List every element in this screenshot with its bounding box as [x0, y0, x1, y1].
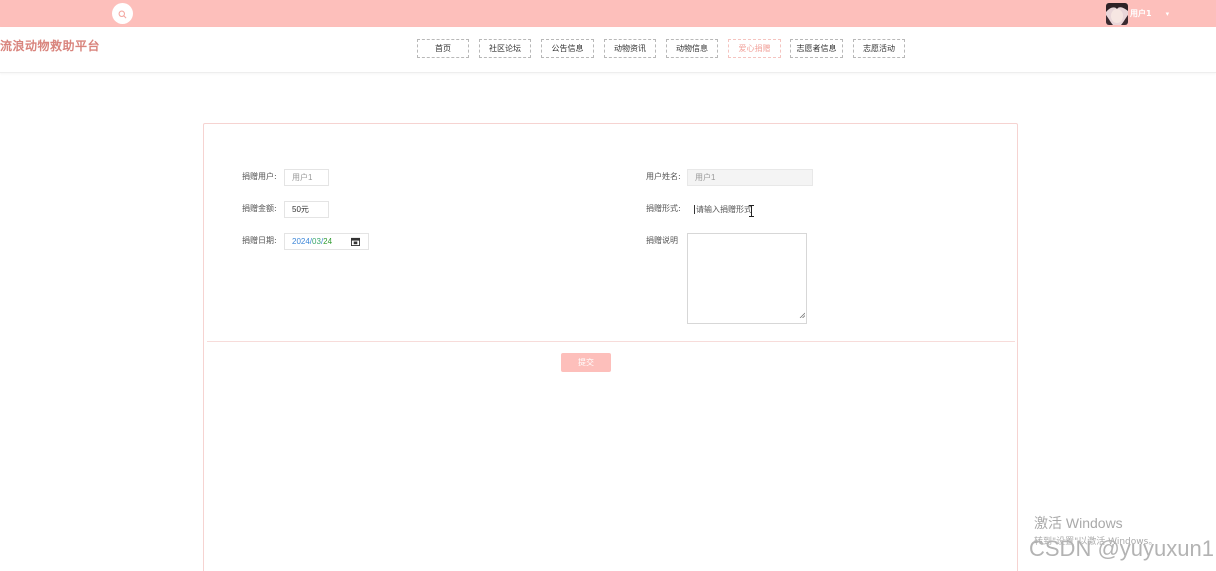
user-name-field[interactable]: 用户1	[687, 169, 813, 186]
donation-type-label: 捐赠形式:	[646, 204, 681, 213]
header: 流浪动物救助平台 首页 社区论坛 公告信息 动物资讯 动物信息 爱心捐赠 志愿者…	[0, 27, 1216, 73]
search-button[interactable]	[112, 3, 133, 24]
nav-item-announcements[interactable]: 公告信息	[541, 39, 594, 58]
nav-item-volunteer-info[interactable]: 志愿者信息	[790, 39, 843, 58]
resize-handle-icon[interactable]	[799, 303, 806, 322]
user-name-label: 用户姓名:	[646, 172, 681, 181]
user-menu[interactable]: 用户1 ▾	[1106, 2, 1169, 25]
nav-item-animal-info[interactable]: 动物信息	[666, 39, 718, 58]
avatar[interactable]	[1106, 2, 1128, 25]
top-bar: 用户1 ▾	[0, 0, 1216, 27]
page: 用户1 ▾ 流浪动物救助平台 首页 社区论坛 公告信息 动物资讯 动物信息 爱心…	[0, 0, 1216, 571]
search-icon	[118, 4, 127, 23]
donation-type-field[interactable]: 请输入捐赠形式	[694, 202, 774, 217]
date-field[interactable]: 2024/03/24	[284, 233, 369, 250]
text-cursor-icon	[748, 202, 755, 221]
description-label: 捐赠说明	[646, 236, 678, 245]
text-caret	[694, 205, 695, 214]
amount-field[interactable]: 50元	[284, 201, 329, 218]
amount-label: 捐赠金额:	[242, 204, 277, 213]
date-label: 捐赠日期:	[242, 236, 277, 245]
date-value: 2024/03/24	[292, 237, 332, 246]
user-name[interactable]: 用户1	[1130, 8, 1152, 19]
date-month: 03	[312, 237, 321, 246]
chevron-down-icon[interactable]: ▾	[1166, 10, 1170, 18]
submit-button[interactable]: 提交	[561, 353, 611, 372]
donation-form: 捐赠用户: 用户1 用户姓名: 用户1 捐赠金额: 50元 捐赠形式: 请输入捐…	[203, 123, 1018, 571]
nav-item-volunteer-activities[interactable]: 志愿活动	[853, 39, 905, 58]
date-day: 24	[323, 237, 333, 246]
nav-item-home[interactable]: 首页	[417, 39, 469, 58]
nav-item-animal-news[interactable]: 动物资讯	[604, 39, 656, 58]
main-nav: 首页 社区论坛 公告信息 动物资讯 动物信息 爱心捐赠 志愿者信息 志愿活动	[0, 39, 1216, 61]
donation-type-placeholder: 请输入捐赠形式	[696, 205, 752, 214]
description-textarea[interactable]	[687, 233, 807, 324]
date-year: 2024	[292, 237, 310, 246]
nav-item-donation[interactable]: 爱心捐赠	[728, 39, 781, 58]
windows-watermark-title: 激活 Windows	[1034, 515, 1123, 531]
donor-user-label: 捐赠用户:	[242, 172, 277, 181]
form-divider	[207, 341, 1015, 342]
csdn-watermark: CSDN @yuyuxun1	[1029, 536, 1214, 561]
calendar-icon[interactable]	[350, 236, 361, 247]
donor-user-field[interactable]: 用户1	[284, 169, 329, 186]
nav-item-forum[interactable]: 社区论坛	[479, 39, 531, 58]
